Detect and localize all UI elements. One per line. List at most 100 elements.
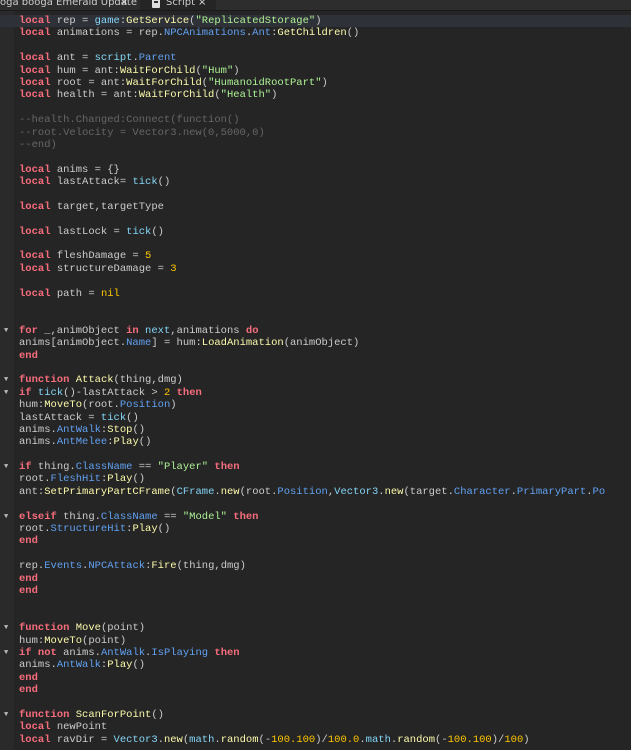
code-line[interactable] bbox=[0, 312, 631, 324]
code-line[interactable]: end bbox=[0, 535, 631, 547]
tab-emerald-update[interactable]: oga booga Emerald Update × bbox=[0, 0, 138, 10]
code-editor[interactable]: local rep = game:GetService("ReplicatedS… bbox=[0, 15, 631, 746]
code-line[interactable]: local fleshDamage = 5 bbox=[0, 250, 631, 262]
fold-arrow-icon[interactable]: ▼ bbox=[4, 622, 8, 634]
number-literal: 5 bbox=[145, 250, 152, 263]
code-line[interactable]: local target,targetType bbox=[0, 201, 631, 213]
code-line[interactable]: end bbox=[0, 585, 631, 597]
code-line[interactable] bbox=[0, 151, 631, 163]
code-line[interactable]: anims[animObject.Name] = hum:LoadAnimati… bbox=[0, 337, 631, 349]
keyword: end bbox=[19, 584, 38, 597]
code-line[interactable] bbox=[0, 213, 631, 225]
fold-arrow-icon[interactable]: ▼ bbox=[4, 647, 8, 659]
code-line[interactable]: local hum = ant:WaitForChild("Hum") bbox=[0, 65, 631, 77]
code-line[interactable]: local ravDir = Vector3.new(math.random(-… bbox=[0, 734, 631, 746]
code-line[interactable]: root.FleshHit:Play() bbox=[0, 473, 631, 485]
property: PrimaryPart bbox=[516, 485, 587, 498]
code-line[interactable]: end bbox=[0, 684, 631, 696]
code-line[interactable]: local newPoint bbox=[0, 721, 631, 733]
code-line[interactable] bbox=[0, 610, 631, 622]
code-line[interactable]: lastAttack = tick() bbox=[0, 412, 631, 424]
code-text: anims. bbox=[56, 646, 101, 659]
code-line[interactable]: ▼ elseif thing.ClassName == "Model" then bbox=[0, 511, 631, 523]
property: AntWalk bbox=[56, 423, 101, 436]
function-name: Play bbox=[113, 436, 139, 449]
fold-arrow-icon[interactable]: ▼ bbox=[4, 461, 8, 473]
code-line[interactable]: local lastAttack= tick() bbox=[0, 176, 631, 188]
code-line[interactable] bbox=[0, 696, 631, 708]
keyword: if bbox=[19, 386, 32, 399]
builtin: tick bbox=[126, 225, 152, 238]
code-line[interactable]: ▼ if tick()-lastAttack > 2 then bbox=[0, 387, 631, 399]
property: NPCAnimations bbox=[163, 27, 246, 40]
code-line[interactable] bbox=[0, 188, 631, 200]
code-line[interactable]: hum:MoveTo(root.Position) bbox=[0, 399, 631, 411]
code-line[interactable]: anims.AntWalk:Play() bbox=[0, 659, 631, 671]
code-line[interactable]: ▼ function ScanForPoint() bbox=[0, 709, 631, 721]
code-text: == bbox=[132, 461, 158, 474]
code-line[interactable] bbox=[0, 40, 631, 52]
code-line[interactable]: local health = ant:WaitForChild("Health"… bbox=[0, 89, 631, 101]
code-text: root. bbox=[19, 473, 51, 486]
function-name: SetPrimaryPartCFrame bbox=[44, 485, 171, 498]
fold-arrow-icon[interactable]: ▼ bbox=[4, 325, 8, 337]
fold-arrow-icon[interactable]: ▼ bbox=[4, 511, 8, 523]
code-text: ant = bbox=[50, 52, 95, 65]
code-text: (thing,dmg) bbox=[176, 560, 246, 573]
code-line[interactable]: local ant = script.Parent bbox=[0, 52, 631, 64]
code-line[interactable]: ▼ if thing.ClassName == "Player" then bbox=[0, 461, 631, 473]
builtin: next bbox=[145, 324, 171, 337]
code-line[interactable]: local path = nil bbox=[0, 288, 631, 300]
code-line[interactable]: ▼ function Move(point) bbox=[0, 622, 631, 634]
code-line[interactable] bbox=[0, 597, 631, 609]
code-line[interactable]: local rep = game:GetService("ReplicatedS… bbox=[0, 15, 631, 28]
code-line[interactable]: local lastLock = tick() bbox=[0, 226, 631, 238]
code-line[interactable]: ▼ if not anims.AntWalk.IsPlaying then bbox=[0, 647, 631, 659]
close-icon[interactable]: × bbox=[120, 0, 128, 10]
code-line[interactable]: anims.AntWalk:Stop() bbox=[0, 424, 631, 436]
code-line[interactable]: anims.AntMelee:Play() bbox=[0, 436, 631, 448]
code-line[interactable]: ▼ function Attack(thing,dmg) bbox=[0, 374, 631, 386]
code-line[interactable] bbox=[0, 300, 631, 312]
code-line[interactable] bbox=[0, 548, 631, 560]
code-line[interactable] bbox=[0, 498, 631, 510]
code-line[interactable]: ant:SetPrimaryPartCFrame(CFrame.new(root… bbox=[0, 486, 631, 498]
code-text: (animObject) bbox=[283, 337, 360, 350]
code-line[interactable]: local anims = {} bbox=[0, 164, 631, 176]
code-line[interactable]: end bbox=[0, 350, 631, 362]
close-icon[interactable]: × bbox=[198, 0, 206, 10]
fold-arrow-icon[interactable]: ▼ bbox=[4, 374, 8, 386]
code-line[interactable]: --end) bbox=[0, 139, 631, 151]
code-line[interactable] bbox=[0, 238, 631, 250]
code-line[interactable]: --root.Velocity = Vector3.new(0,5000,0) bbox=[0, 127, 631, 139]
keyword: then bbox=[214, 461, 240, 474]
code-line[interactable] bbox=[0, 275, 631, 287]
function-name: new bbox=[384, 485, 404, 498]
code-line[interactable] bbox=[0, 102, 631, 114]
code-line[interactable]: root.StructureHit:Play() bbox=[0, 523, 631, 535]
tab-label: oga booga Emerald Update bbox=[0, 0, 137, 8]
keyword: local bbox=[19, 250, 51, 263]
code-text: animations = rep. bbox=[50, 27, 164, 40]
code-line[interactable] bbox=[0, 449, 631, 461]
code-line[interactable]: local animations = rep.NPCAnimations.Ant… bbox=[0, 27, 631, 39]
tab-script[interactable]: Script × bbox=[140, 0, 216, 10]
code-line[interactable]: ▼ for _,animObject in next,animations do bbox=[0, 325, 631, 337]
code-text: ) bbox=[233, 64, 240, 77]
code-text: () bbox=[126, 411, 139, 424]
code-line[interactable]: end bbox=[0, 672, 631, 684]
fold-arrow-icon[interactable]: ▼ bbox=[4, 387, 8, 399]
fold-arrow-icon[interactable]: ▼ bbox=[4, 709, 8, 721]
code-line[interactable]: rep.Events.NPCAttack:Fire(thing,dmg) bbox=[0, 560, 631, 572]
property: Position bbox=[119, 399, 171, 412]
code-line[interactable] bbox=[0, 362, 631, 374]
code-text: rep. bbox=[19, 560, 45, 573]
code-line[interactable]: --health.Changed:Connect(function() bbox=[0, 114, 631, 126]
code-line[interactable]: local root = ant:WaitForChild("HumanoidR… bbox=[0, 77, 631, 89]
property: AntWalk bbox=[100, 646, 146, 659]
code-text: () bbox=[346, 27, 360, 40]
property: Character bbox=[453, 485, 511, 498]
code-line[interactable]: local structureDamage = 3 bbox=[0, 263, 631, 275]
code-line[interactable]: end bbox=[0, 573, 631, 585]
code-line[interactable]: hum:MoveTo(point) bbox=[0, 635, 631, 647]
